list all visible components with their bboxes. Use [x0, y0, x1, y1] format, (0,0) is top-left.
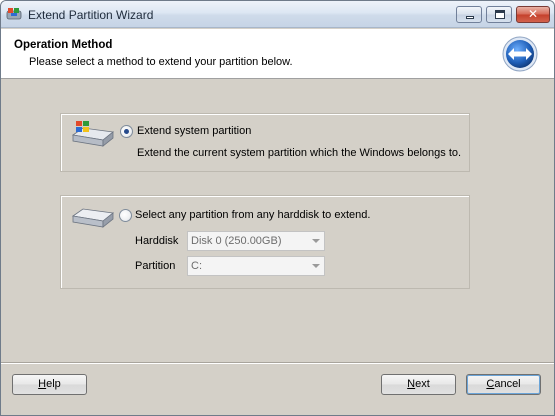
harddisk-label: Harddisk: [135, 235, 179, 247]
minimize-icon: [466, 16, 474, 19]
partition-label: Partition: [135, 260, 176, 272]
any-partition-radio[interactable]: [119, 209, 132, 222]
close-icon: ✕: [527, 7, 539, 21]
page-title: Operation Method: [14, 39, 113, 51]
footer-divider: [1, 363, 554, 364]
option-extend-system-group[interactable]: Extend system partition Extend the curre…: [60, 113, 470, 172]
close-button[interactable]: ✕: [516, 6, 550, 23]
minimize-button[interactable]: [456, 6, 482, 23]
partition-select[interactable]: C:: [187, 256, 325, 276]
any-partition-label[interactable]: Select any partition from any harddisk t…: [135, 209, 370, 221]
wizard-footer: Help Next Cancel: [1, 362, 554, 415]
extend-system-description: Extend the current system partition whic…: [137, 147, 462, 159]
next-button[interactable]: Next: [381, 374, 456, 395]
window-title: Extend Partition Wizard: [28, 8, 154, 22]
harddisk-icon: [71, 208, 114, 228]
cancel-button[interactable]: Cancel: [466, 374, 541, 395]
chevron-down-icon: [312, 264, 320, 268]
maximize-button[interactable]: [486, 6, 512, 23]
partition-wizard-icon: [6, 8, 22, 20]
help-button[interactable]: Help: [12, 374, 87, 395]
extend-arrows-icon: [502, 36, 538, 72]
harddisk-select-value: Disk 0 (250.00GB): [191, 235, 282, 247]
page-subtitle: Please select a method to extend your pa…: [29, 56, 293, 68]
maximize-icon: [495, 10, 505, 19]
harddisk-select[interactable]: Disk 0 (250.00GB): [187, 231, 325, 251]
options-area: Extend system partition Extend the curre…: [1, 80, 554, 362]
windows-disk-icon: [71, 121, 114, 147]
extend-system-radio[interactable]: [120, 125, 133, 138]
wizard-header: Operation Method Please select a method …: [1, 29, 554, 79]
option-any-partition-group[interactable]: Select any partition from any harddisk t…: [60, 195, 470, 289]
title-bar[interactable]: Extend Partition Wizard ✕: [1, 1, 554, 28]
partition-select-value: C:: [191, 260, 202, 272]
chevron-down-icon: [312, 239, 320, 243]
wizard-window: Extend Partition Wizard ✕ Operation Meth…: [0, 0, 555, 416]
extend-system-label[interactable]: Extend system partition: [137, 125, 251, 137]
